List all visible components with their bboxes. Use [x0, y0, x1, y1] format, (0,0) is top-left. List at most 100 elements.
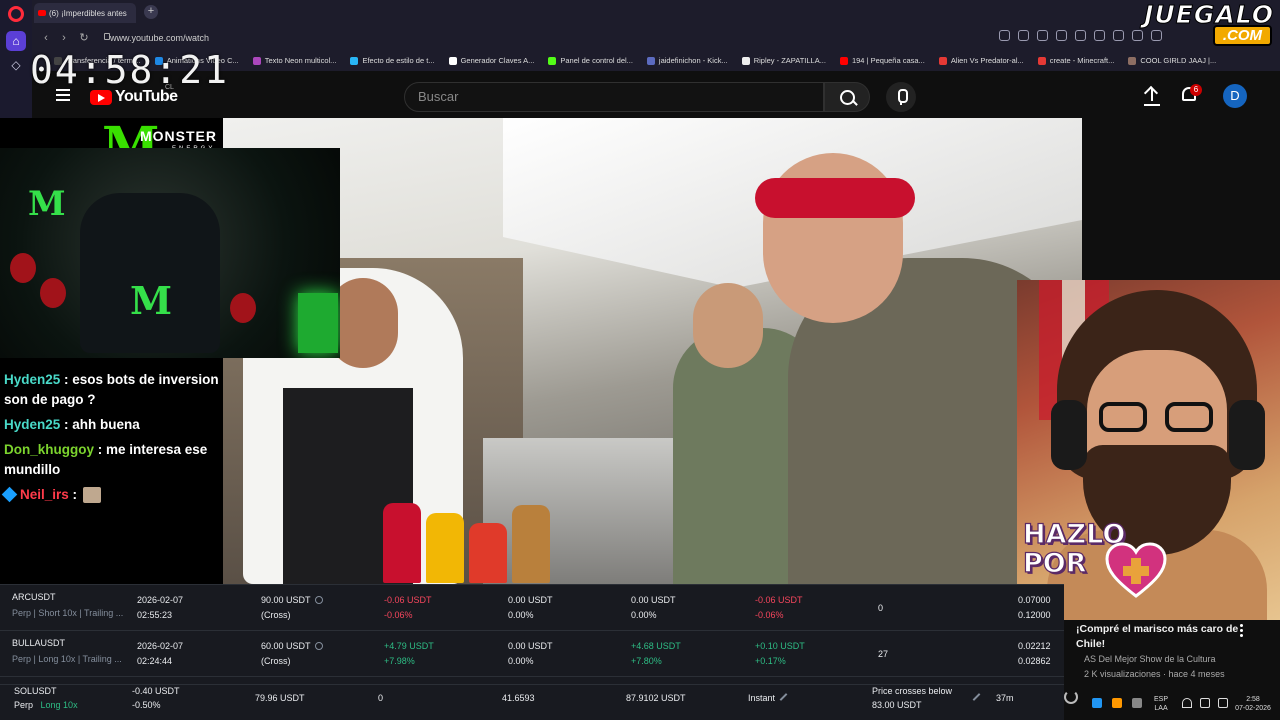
create-icon[interactable]: [1144, 87, 1160, 105]
chat-username[interactable]: Neil_irs: [20, 487, 69, 502]
position-symbol[interactable]: BULLAUSDT: [12, 637, 65, 650]
position-margin-mode: (Cross): [261, 655, 291, 668]
voice-search-button[interactable]: [886, 82, 916, 112]
bookmark-item[interactable]: Panel de control del...: [548, 56, 633, 65]
video-player[interactable]: [223, 118, 1082, 584]
trigger-edit[interactable]: [968, 692, 981, 705]
open-order-row[interactable]: SOLUSDT Perp Long 10x -0.40 USDT -0.50% …: [0, 684, 1064, 720]
order-zero: 0: [378, 693, 384, 703]
search-button[interactable]: [824, 82, 870, 112]
clock[interactable]: 2:58 07-02-2026: [1230, 695, 1276, 713]
recommended-title[interactable]: ¡Compré el marisco más caro de Chile!: [1076, 622, 1256, 652]
position-row[interactable]: ARCUSDT Perp | Short 10x | Trailing ... 20…: [0, 585, 1064, 631]
order-exec[interactable]: Instant: [748, 692, 788, 705]
emote-icon: [82, 487, 101, 504]
position-realized-value: 0.00 USDT: [508, 595, 553, 605]
position-unrealized: +4.68 USDT: [631, 640, 681, 653]
bookmark-item[interactable]: Alien Vs Predator-al...: [938, 56, 1024, 65]
position-price2-value: 0.12000: [1018, 610, 1051, 620]
position-margin: 90.00 USDT: [261, 594, 323, 607]
bookmark-label: COOL GIRLD JAAJ |...: [1140, 56, 1217, 65]
mic-tray-icon[interactable]: [1132, 698, 1142, 708]
download-icon[interactable]: [1132, 30, 1143, 41]
volume-icon[interactable]: [1200, 698, 1210, 708]
position-row[interactable]: BULLAUSDT Perp | Long 10x | Trailing ... 2…: [0, 631, 1064, 677]
search-input[interactable]: Buscar: [404, 82, 824, 112]
bookmark-favicon-icon: [548, 56, 557, 65]
account-icon[interactable]: [1151, 30, 1162, 41]
position-roi-pct: -0.06%: [755, 609, 784, 622]
position-roi-value: -0.06 USDT: [755, 595, 803, 605]
bookmark-label: create - Minecraft...: [1049, 56, 1115, 65]
order-side: Long 10x: [40, 700, 78, 710]
app-tray-icon[interactable]: [1092, 698, 1102, 708]
watermark-domain: .COM: [1212, 25, 1272, 46]
position-pnl-pct-value: +7.98%: [384, 656, 415, 666]
reload-button[interactable]: ↻: [76, 30, 92, 46]
bookmark-label: Ripley - ZAPATILLA...: [753, 56, 826, 65]
chat-text: ahh buena: [72, 417, 140, 432]
account-avatar[interactable]: D: [1223, 84, 1247, 108]
order-symbol[interactable]: SOLUSDT: [14, 685, 57, 698]
position-pnl: -0.06 USDT: [384, 594, 432, 607]
bookmark-item[interactable]: Texto Neon multicol...: [252, 56, 337, 65]
more-options-icon[interactable]: [1240, 624, 1244, 638]
info-icon[interactable]: [314, 596, 323, 604]
position-unrealized-pct-value: +7.80%: [631, 656, 662, 666]
chat-username[interactable]: Hyden25: [4, 372, 60, 387]
power-icon[interactable]: [1064, 690, 1078, 704]
bookmark-item[interactable]: 194 | Pequeña casa...: [839, 56, 925, 65]
recommended-meta: 2 K visualizaciones · hace 4 meses: [1084, 669, 1225, 679]
app-tray-icon[interactable]: [1112, 698, 1122, 708]
language-indicator[interactable]: ESP LAA: [1154, 695, 1168, 713]
battery-icon[interactable]: [1218, 698, 1228, 708]
url-field[interactable]: www.youtube.com/watch: [110, 30, 209, 46]
position-time-value: 02:55:23: [137, 610, 173, 620]
share-icon[interactable]: [1094, 30, 1105, 41]
bookmark-favicon-icon: [1037, 56, 1046, 65]
translate-icon[interactable]: [1018, 30, 1029, 41]
forward-button[interactable]: ›: [56, 30, 72, 46]
edit-icon[interactable]: [972, 693, 981, 701]
position-count: 27: [878, 648, 888, 661]
order-trigger: Price crosses below: [872, 686, 953, 696]
bookmark-item[interactable]: Generador Claves A...: [448, 56, 534, 65]
speed-dial-icon[interactable]: ◇: [6, 55, 26, 75]
bookmark-favicon-icon: [741, 56, 750, 65]
bookmark-label: Texto Neon multicol...: [264, 56, 337, 65]
favorite-icon[interactable]: [1113, 30, 1124, 41]
recommended-video-card[interactable]: ¡Compré el marisco más caro de Chile! AS…: [1064, 620, 1280, 684]
player-icon[interactable]: [1075, 30, 1086, 41]
bookmark-item[interactable]: jaidefinichon - Kick...: [646, 56, 728, 65]
chat-message: Don_khuggoy : me interesa ese mundillo: [4, 440, 219, 480]
bookmark-item[interactable]: create - Minecraft...: [1037, 56, 1115, 65]
chat-username[interactable]: Hyden25: [4, 417, 60, 432]
vpn-icon[interactable]: [1056, 30, 1067, 41]
bookmark-favicon-icon: [1128, 56, 1137, 65]
edit-icon[interactable]: [779, 693, 788, 701]
snapshot-icon[interactable]: [1037, 30, 1048, 41]
headphones-icon: [1229, 400, 1265, 470]
new-tab-button[interactable]: +: [144, 5, 158, 19]
position-symbol-value: ARCUSDT: [12, 592, 56, 602]
bookmark-item[interactable]: Efecto de estilo de t...: [350, 56, 435, 65]
search-page-icon[interactable]: [999, 30, 1010, 41]
home-icon[interactable]: ⌂: [6, 31, 26, 51]
opera-logo-icon[interactable]: [8, 6, 24, 22]
back-button[interactable]: ‹: [38, 30, 54, 46]
info-icon[interactable]: [314, 642, 323, 650]
position-price1: 0.02212: [1018, 640, 1051, 653]
position-realized: 0.00 USDT: [508, 594, 553, 607]
sidebar-blank: [1082, 118, 1280, 280]
chat-username[interactable]: Don_khuggoy: [4, 442, 94, 457]
wifi-icon[interactable]: [1182, 698, 1192, 708]
tab-youtube[interactable]: (6) ¡Imperdibles antes: [34, 3, 136, 23]
position-pnl: +4.79 USDT: [384, 640, 434, 653]
position-date: 2026-02-07: [137, 594, 183, 607]
bookmark-item[interactable]: Ripley - ZAPATILLA...: [741, 56, 826, 65]
position-symbol[interactable]: ARCUSDT: [12, 591, 56, 604]
chat-separator: :: [60, 417, 73, 432]
bookmark-item[interactable]: COOL GIRLD JAAJ |...: [1128, 56, 1216, 65]
recommended-channel[interactable]: AS Del Mejor Show de la Cultura: [1084, 654, 1216, 664]
address-bar: ‹ › ↻ www.youtube.com/watch: [32, 26, 1280, 50]
